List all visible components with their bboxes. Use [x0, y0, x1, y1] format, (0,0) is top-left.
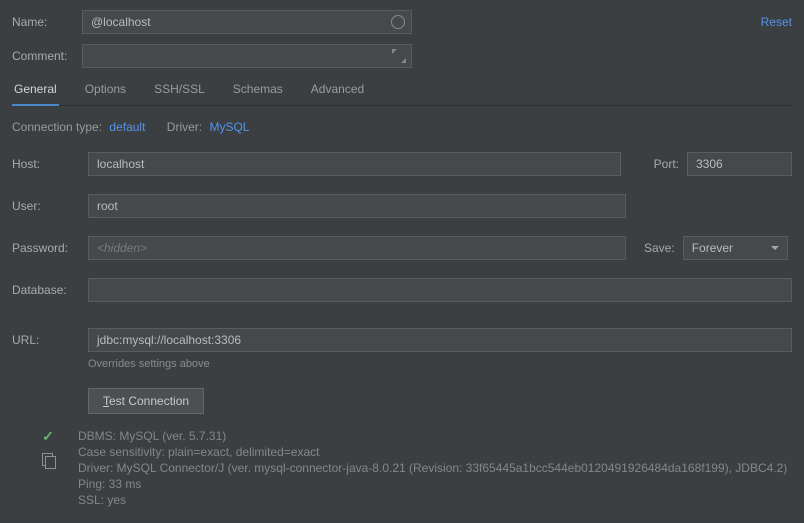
port-label: Port: — [635, 157, 679, 171]
test-btn-rest: est Connection — [109, 394, 189, 408]
tab-options[interactable]: Options — [83, 76, 128, 106]
user-value: root — [97, 199, 118, 213]
host-input[interactable]: localhost — [88, 152, 621, 176]
host-value: localhost — [97, 157, 144, 171]
save-value: Forever — [692, 241, 733, 255]
connection-type-link[interactable]: default — [109, 120, 145, 134]
datasource-color-icon[interactable] — [391, 15, 405, 29]
save-label: Save: — [644, 241, 675, 255]
status-line-case: Case sensitivity: plain=exact, delimited… — [78, 444, 787, 460]
test-connection-button[interactable]: Test Connection — [88, 388, 204, 414]
port-value: 3306 — [696, 157, 723, 171]
reset-link[interactable]: Reset — [761, 15, 792, 29]
host-label: Host: — [12, 157, 88, 171]
url-input[interactable]: jdbc:mysql://localhost:3306 — [88, 328, 792, 352]
name-label: Name: — [12, 15, 82, 29]
driver-link[interactable]: MySQL — [209, 120, 249, 134]
user-input[interactable]: root — [88, 194, 626, 218]
expand-icon[interactable] — [393, 50, 405, 62]
status-line-dbms: DBMS: MySQL (ver. 5.7.31) — [78, 428, 787, 444]
tab-bar: General Options SSH/SSL Schemas Advanced — [12, 74, 792, 106]
tab-advanced[interactable]: Advanced — [309, 76, 366, 106]
password-placeholder: <hidden> — [97, 241, 147, 255]
database-input[interactable] — [88, 278, 792, 302]
copy-icon[interactable] — [42, 453, 55, 467]
comment-input[interactable] — [82, 44, 412, 68]
tab-schemas[interactable]: Schemas — [231, 76, 285, 106]
success-check-icon: ✓ — [42, 428, 54, 445]
port-input[interactable]: 3306 — [687, 152, 792, 176]
user-label: User: — [12, 199, 88, 213]
password-label: Password: — [12, 241, 88, 255]
save-select[interactable]: Forever — [683, 236, 788, 260]
url-value: jdbc:mysql://localhost:3306 — [97, 333, 241, 347]
status-line-ssl: SSL: yes — [78, 492, 787, 508]
status-line-ping: Ping: 33 ms — [78, 476, 787, 492]
url-label: URL: — [12, 333, 88, 347]
url-hint: Overrides settings above — [88, 358, 792, 370]
password-input[interactable]: <hidden> — [88, 236, 626, 260]
tab-ssh-ssl[interactable]: SSH/SSL — [152, 76, 207, 106]
name-input[interactable]: @localhost — [82, 10, 412, 34]
comment-label: Comment: — [12, 49, 82, 63]
connection-type-label: Connection type: — [12, 120, 102, 134]
database-label: Database: — [12, 283, 88, 297]
tab-general[interactable]: General — [12, 76, 59, 106]
name-value: @localhost — [91, 15, 151, 29]
status-text: DBMS: MySQL (ver. 5.7.31) Case sensitivi… — [78, 428, 787, 508]
driver-label: Driver: — [167, 120, 202, 134]
status-line-driver: Driver: MySQL Connector/J (ver. mysql-co… — [78, 460, 787, 476]
